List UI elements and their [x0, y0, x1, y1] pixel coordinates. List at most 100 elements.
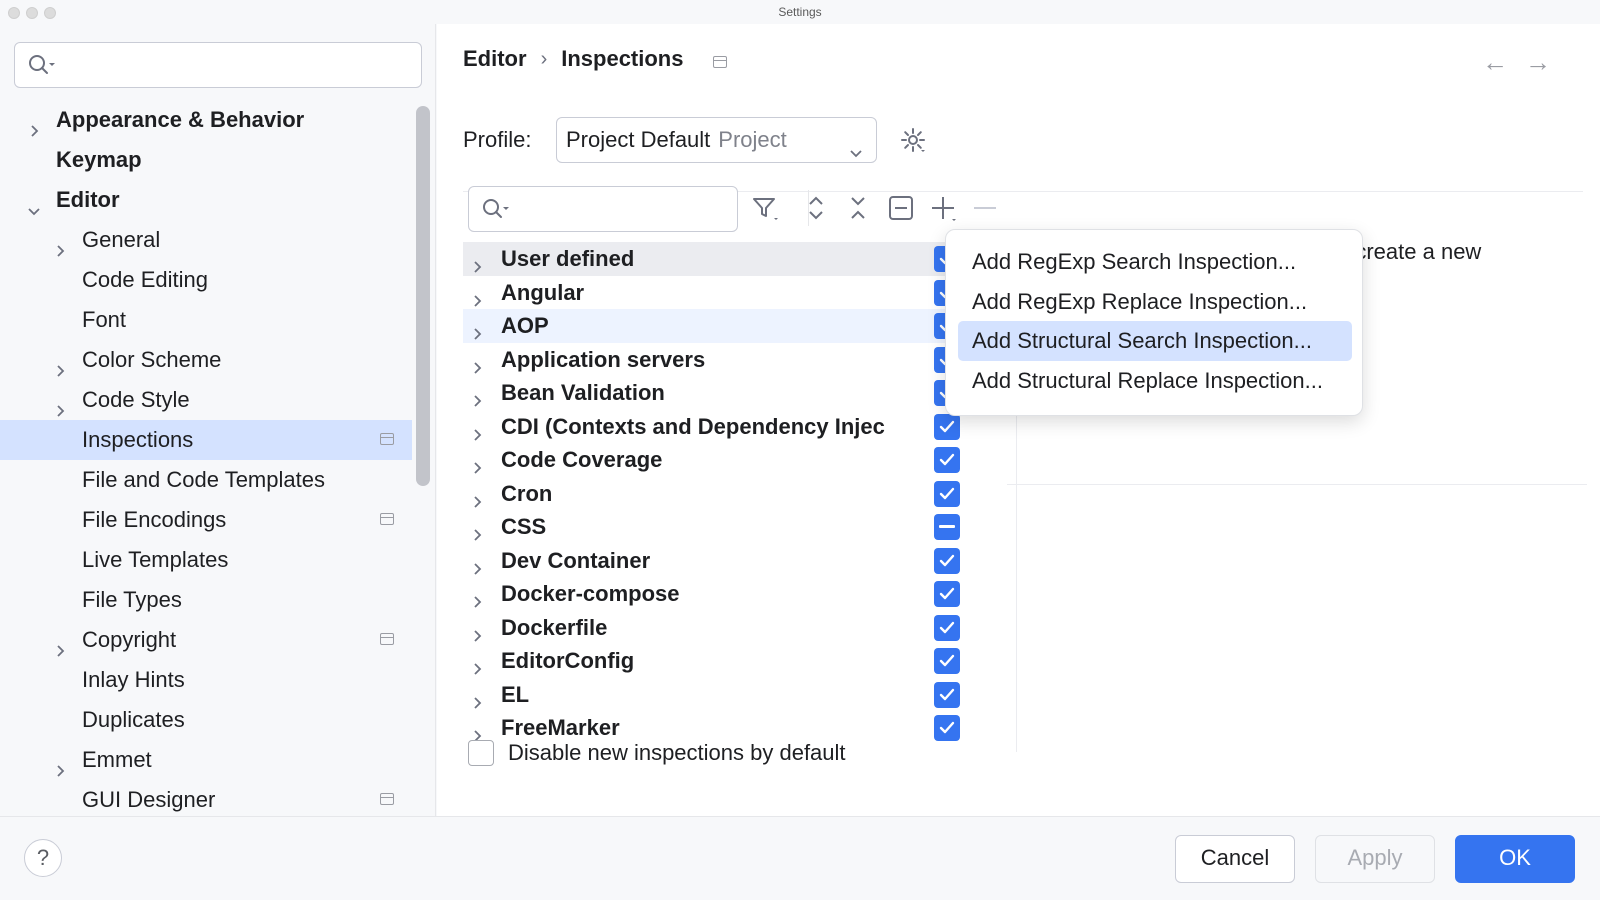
ok-button[interactable]: OK	[1455, 835, 1575, 883]
inspection-group-row[interactable]: CSS	[463, 510, 1016, 544]
inspection-group-row[interactable]: Bean Validation	[463, 376, 1016, 410]
inspection-group-label: CDI (Contexts and Dependency Injec	[501, 413, 885, 439]
collapse-all-icon[interactable]	[842, 192, 874, 224]
project-level-icon	[380, 513, 394, 525]
gear-icon[interactable]	[899, 126, 927, 159]
apply-button[interactable]: Apply	[1315, 835, 1435, 883]
inspection-group-row[interactable]: Dockerfile	[463, 611, 1016, 645]
help-button[interactable]: ?	[24, 839, 62, 877]
sidebar-item-live-templates[interactable]: Live Templates	[0, 540, 412, 580]
sidebar-item-file-types[interactable]: File Types	[0, 580, 412, 620]
inspection-group-row[interactable]: Docker-compose	[463, 577, 1016, 611]
sidebar-item-duplicates[interactable]: Duplicates	[0, 700, 412, 740]
sidebar-item-code-style[interactable]: Code Style	[0, 380, 412, 420]
sidebar-item-inspections[interactable]: Inspections	[0, 420, 412, 460]
menu-item-add-regexp-replace-inspection[interactable]: Add RegExp Replace Inspection...	[958, 282, 1352, 322]
project-level-icon	[380, 633, 394, 645]
sidebar-item-label: Font	[82, 307, 127, 332]
inspection-group-label: CSS	[501, 514, 547, 539]
sidebar-item-file-and-code-templates[interactable]: File and Code Templates	[0, 460, 412, 500]
inspection-group-row[interactable]: Angular	[463, 276, 1016, 310]
sidebar-item-copyright[interactable]: Copyright	[0, 620, 412, 660]
dialog-footer: ? Cancel Apply OK	[0, 816, 1600, 900]
inspections-panel: Editor › Inspections ← → Profile: Projec…	[437, 24, 1600, 816]
chevron-right-icon[interactable]	[26, 112, 42, 137]
search-icon	[481, 197, 511, 226]
chevron-right-icon[interactable]	[52, 352, 68, 377]
sidebar-item-code-editing[interactable]: Code Editing	[0, 260, 412, 300]
sidebar-item-label: Inspections	[82, 427, 194, 452]
sidebar-item-general[interactable]: General	[0, 220, 412, 260]
sidebar-item-label: GUI Designer	[82, 787, 216, 812]
sidebar-item-label: Editor	[56, 187, 120, 212]
sidebar-item-label: Live Templates	[82, 547, 229, 572]
back-arrow-icon[interactable]: ←	[1482, 49, 1508, 75]
inspection-group-row[interactable]: EL	[463, 678, 1016, 712]
profile-label: Profile:	[463, 127, 532, 152]
enabled-checkbox[interactable]	[934, 447, 960, 473]
inspection-group-row[interactable]: AOP	[463, 309, 1016, 343]
menu-item-add-regexp-search-inspection[interactable]: Add RegExp Search Inspection...	[958, 242, 1352, 282]
profile-scope: Project	[718, 127, 787, 152]
inspection-group-row[interactable]: Code Coverage	[463, 443, 1016, 477]
chevron-right-icon[interactable]	[52, 392, 68, 417]
sidebar-item-appearance-behavior[interactable]: Appearance & Behavior	[0, 100, 412, 140]
enabled-checkbox[interactable]	[934, 614, 960, 641]
inspection-group-row[interactable]: CDI (Contexts and Dependency Injec	[463, 410, 1016, 444]
inspections-search-input[interactable]	[468, 186, 738, 232]
sidebar-item-editor[interactable]: Editor	[0, 180, 412, 220]
menu-item-add-structural-search-inspection[interactable]: Add Structural Search Inspection...	[958, 321, 1352, 361]
inspections-tree: User defined Angular AOP Application server…	[463, 242, 1017, 752]
enabled-checkbox[interactable]	[934, 581, 960, 607]
expand-all-icon[interactable]	[800, 192, 832, 224]
profile-dropdown[interactable]: Project Default Project	[556, 117, 877, 163]
cancel-button[interactable]: Cancel	[1175, 835, 1295, 883]
sidebar-item-gui-designer[interactable]: GUI Designer	[0, 780, 412, 816]
title-bar: Settings	[0, 0, 1600, 24]
sidebar-item-label: Emmet	[82, 747, 152, 772]
inspection-group-label: AOP	[501, 313, 549, 338]
reset-to-empty-icon[interactable]	[885, 192, 917, 224]
sidebar-item-color-scheme[interactable]: Color Scheme	[0, 340, 412, 380]
enabled-checkbox[interactable]	[934, 480, 960, 507]
inspection-group-row[interactable]: User defined	[463, 242, 1016, 276]
enabled-checkbox[interactable]	[934, 413, 960, 440]
sidebar-item-inlay-hints[interactable]: Inlay Hints	[0, 660, 412, 700]
chevron-right-icon[interactable]	[52, 632, 68, 657]
sidebar-item-font[interactable]: Font	[0, 300, 412, 340]
sidebar-item-label: File Encodings	[82, 507, 227, 532]
enabled-checkbox[interactable]	[934, 547, 960, 574]
enabled-checkbox[interactable]	[934, 648, 960, 674]
filter-icon[interactable]	[749, 192, 781, 224]
inspection-group-row[interactable]: EditorConfig	[463, 644, 1016, 678]
forward-arrow-icon[interactable]: →	[1525, 49, 1551, 75]
inspection-group-row[interactable]: Application servers	[463, 343, 1016, 377]
project-level-icon	[380, 793, 394, 805]
chevron-down-icon[interactable]	[26, 192, 42, 216]
inspection-group-row[interactable]: Cron	[463, 477, 1016, 511]
add-inspection-popup-menu: Add RegExp Search Inspection... Add RegEx…	[945, 229, 1363, 416]
menu-item-add-structural-replace-inspection[interactable]: Add Structural Replace Inspection...	[958, 361, 1352, 401]
checkbox-box[interactable]	[468, 740, 494, 766]
sidebar-item-keymap[interactable]: Keymap	[0, 140, 412, 180]
enabled-checkbox[interactable]	[934, 715, 960, 741]
partial-checkbox[interactable]	[934, 514, 960, 540]
breadcrumb-editor[interactable]: Editor	[463, 46, 527, 72]
inspection-group-row[interactable]: Dev Container	[463, 544, 1016, 578]
sidebar-item-label: Code Editing	[82, 267, 208, 292]
sidebar-item-label: Duplicates	[82, 707, 185, 732]
sidebar-scrollbar[interactable]	[416, 106, 430, 486]
search-icon	[27, 53, 57, 82]
profile-value: Project Default	[566, 127, 711, 152]
chevron-right-icon[interactable]	[52, 232, 68, 257]
add-icon[interactable]	[927, 192, 959, 224]
sidebar-item-emmet[interactable]: Emmet	[0, 740, 412, 780]
inspection-group-label: Cron	[501, 480, 553, 506]
settings-sidebar: Appearance & Behavior Keymap Editor General…	[0, 24, 436, 816]
sidebar-item-file-encodings[interactable]: File Encodings	[0, 500, 412, 540]
inspection-group-label: Bean Validation	[501, 380, 665, 405]
settings-search-input[interactable]	[14, 42, 422, 88]
enabled-checkbox[interactable]	[934, 681, 960, 708]
remove-icon[interactable]	[969, 192, 1001, 224]
chevron-right-icon[interactable]	[52, 752, 68, 777]
